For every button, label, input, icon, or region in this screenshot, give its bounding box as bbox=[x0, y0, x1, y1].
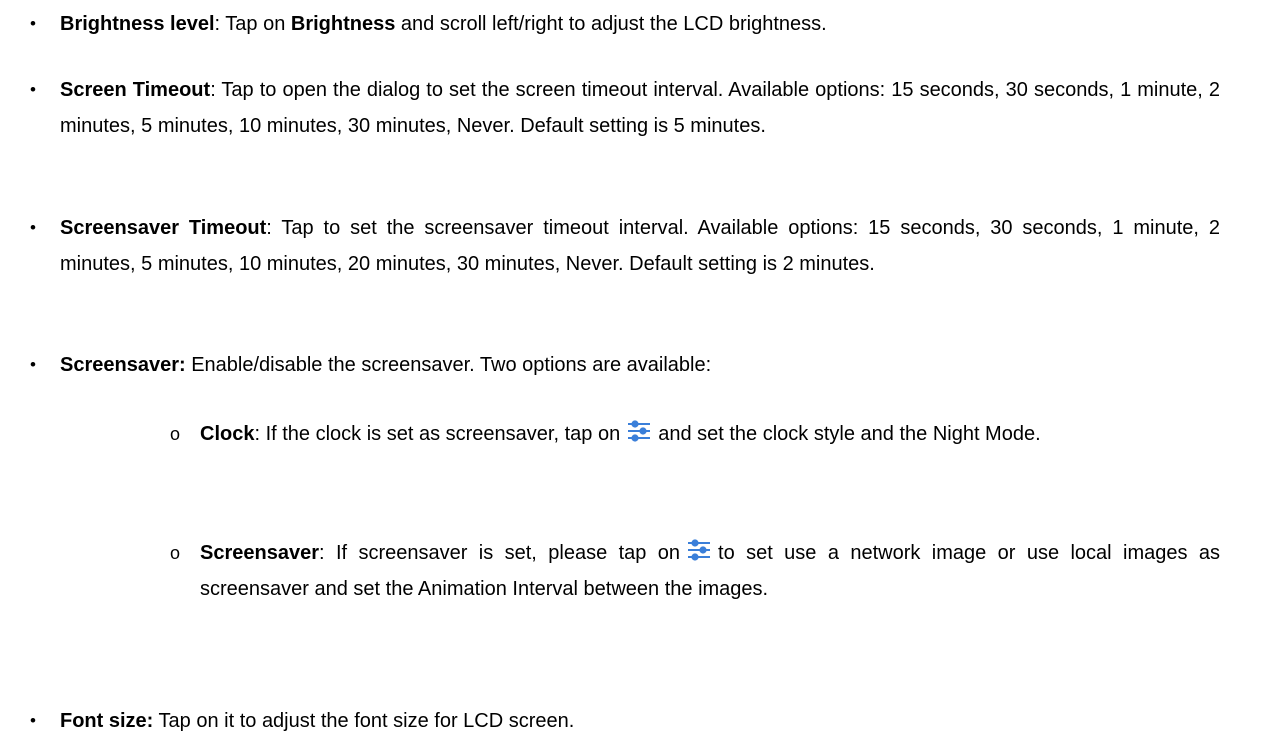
document-page: • Brightness level: Tap on Brightness an… bbox=[0, 0, 1271, 745]
item-text: and set the clock style and the Night Mo… bbox=[658, 423, 1041, 445]
term-label: Screen Timeout bbox=[60, 79, 211, 101]
item-text: Tap on it to adjust the font size for LC… bbox=[153, 710, 575, 732]
term-label: Screensaver Timeout bbox=[60, 217, 267, 239]
list-item-text: Screensaver Timeout: Tap to set the scre… bbox=[60, 210, 1220, 282]
item-text: : If the clock is set as screensaver, ta… bbox=[254, 423, 621, 445]
sub-list-item-text: Screensaver: If screensaver is set, plea… bbox=[200, 535, 1220, 607]
sub-bullet: o bbox=[170, 543, 181, 563]
bullet: • bbox=[30, 14, 36, 33]
list-item-text: Screen Timeout: Tap to open the dialog t… bbox=[60, 72, 1220, 144]
sub-bullet: o bbox=[170, 424, 181, 444]
bullet: • bbox=[30, 218, 36, 237]
settings-sliders-icon bbox=[686, 537, 712, 561]
item-text: Enable/disable the screensaver. Two opti… bbox=[185, 354, 712, 376]
term-label: Brightness level bbox=[60, 13, 215, 35]
settings-sliders-icon bbox=[626, 418, 652, 442]
term-label: Screensaver: bbox=[60, 354, 186, 376]
term-label: Clock bbox=[200, 423, 255, 445]
list-item-text: Font size: Tap on it to adjust the font … bbox=[60, 703, 1220, 739]
item-text: : If screensaver is set, please tap on bbox=[318, 542, 681, 564]
list-item-text: Screensaver: Enable/disable the screensa… bbox=[60, 347, 1220, 383]
item-text: : Tap to open the dialog to set the scre… bbox=[60, 79, 1221, 137]
bullet: • bbox=[30, 711, 36, 730]
bullet: • bbox=[30, 355, 36, 374]
term-label: Brightness bbox=[290, 13, 396, 35]
term-label: Font size: bbox=[60, 710, 154, 732]
item-text: and scroll left/right to adjust the LCD … bbox=[395, 13, 827, 35]
list-item-text: Brightness level: Tap on Brightness and … bbox=[60, 6, 1220, 42]
bullet: • bbox=[30, 80, 36, 99]
term-label: Screensaver bbox=[200, 542, 319, 564]
item-text: : Tap on bbox=[214, 13, 291, 35]
sub-list-item-text: Clock: If the clock is set as screensave… bbox=[200, 416, 1220, 452]
